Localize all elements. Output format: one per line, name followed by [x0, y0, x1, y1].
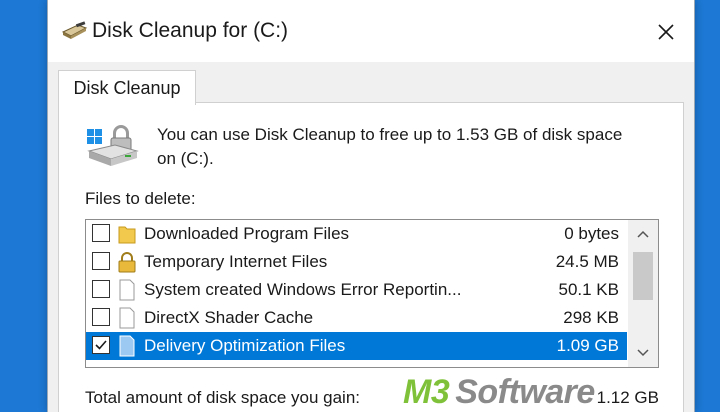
disk-cleanup-app-icon: [62, 21, 88, 39]
chevron-up-icon: [637, 230, 649, 238]
list-item[interactable]: DirectX Shader Cache 298 KB: [86, 304, 627, 332]
watermark-logo: M3 Software: [403, 373, 595, 412]
list-item[interactable]: Downloaded Program Files 0 bytes: [86, 220, 627, 248]
info-message: You can use Disk Cleanup to free up to 1…: [157, 125, 623, 168]
file-category-size: 24.5 MB: [555, 252, 619, 271]
tab-panel: You can use Disk Cleanup to free up to 1…: [58, 102, 684, 412]
scroll-up-button[interactable]: [628, 220, 658, 248]
file-icon: [119, 279, 135, 301]
files-to-delete-label: Files to delete:: [85, 189, 196, 208]
total-gain-label: Total amount of disk space you gain:: [85, 388, 360, 407]
tab-label: Disk Cleanup: [73, 77, 181, 98]
disk-cleanup-dialog: Disk Cleanup for (C:) Disk Cleanup You c…: [47, 0, 695, 412]
drive-cleanup-icon: [87, 125, 139, 166]
file-category-name: Temporary Internet Files: [144, 252, 328, 271]
file-category-name: System created Windows Error Reportin...: [144, 280, 462, 299]
watermark-brand-a: M3: [403, 373, 450, 411]
list-item-selected[interactable]: Delivery Optimization Files 1.09 GB: [86, 332, 627, 360]
window-title: Disk Cleanup for (C:): [92, 19, 289, 42]
dialog-body: Disk Cleanup You can use Disk Cleanup to…: [48, 62, 694, 412]
file-category-size: 50.1 KB: [558, 280, 620, 299]
lock-icon: [118, 252, 136, 273]
checkbox[interactable]: [92, 280, 110, 298]
file-category-size: 0 bytes: [564, 224, 619, 243]
checkmark-icon: [95, 340, 107, 350]
checkbox[interactable]: [92, 308, 110, 326]
close-button[interactable]: [638, 10, 694, 54]
file-category-name: Delivery Optimization Files: [144, 336, 346, 355]
close-icon: [658, 24, 674, 40]
file-category-size: 1.09 GB: [556, 336, 619, 355]
tab-disk-cleanup[interactable]: Disk Cleanup: [58, 70, 196, 105]
chevron-down-icon: [637, 349, 649, 357]
list-scrollbar[interactable]: [628, 220, 658, 367]
files-listbox[interactable]: Downloaded Program Files 0 bytes Tempora…: [85, 219, 659, 368]
watermark-brand-b: Software: [455, 373, 595, 411]
file-category-size: 298 KB: [563, 308, 619, 327]
file-category-name: Downloaded Program Files: [144, 224, 350, 243]
checkbox[interactable]: [92, 252, 110, 270]
file-blue-icon: [119, 335, 135, 357]
checkbox[interactable]: [92, 224, 110, 242]
title-bar[interactable]: Disk Cleanup for (C:): [48, 0, 694, 62]
scroll-down-button[interactable]: [628, 339, 658, 367]
file-icon: [119, 307, 135, 329]
list-item[interactable]: System created Windows Error Reportin...…: [86, 276, 627, 304]
checkbox-checked[interactable]: [92, 336, 110, 354]
folder-icon: [118, 226, 136, 244]
total-gain-value: 1.12 GB: [596, 388, 659, 407]
scroll-thumb[interactable]: [633, 252, 653, 300]
list-item[interactable]: Temporary Internet Files 24.5 MB: [86, 248, 627, 276]
file-category-name: DirectX Shader Cache: [144, 308, 314, 327]
